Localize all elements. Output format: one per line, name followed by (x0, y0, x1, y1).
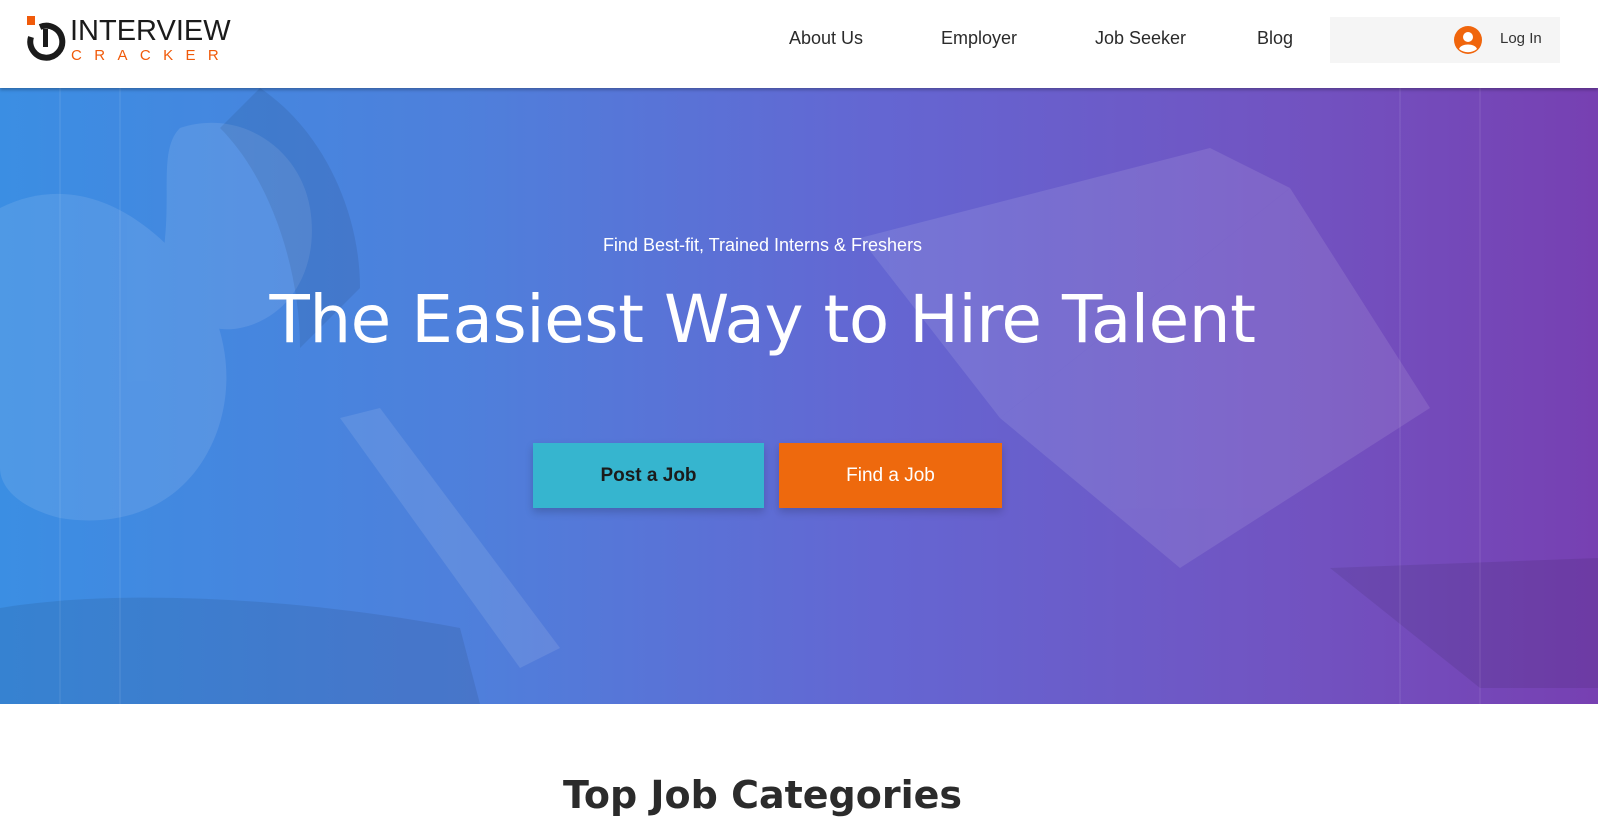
hero-banner: Find Best-fit, Trained Interns & Fresher… (0, 88, 1598, 704)
login-label[interactable]: Log In (1500, 30, 1542, 48)
nav-item-blog[interactable]: Blog (1257, 27, 1293, 49)
user-avatar-icon (1454, 26, 1482, 54)
site-header: INTERVIEW CRACKER About Us Employer Job … (0, 0, 1598, 88)
interview-cracker-logo-icon (27, 16, 66, 61)
brand-name: INTERVIEW (70, 15, 231, 47)
find-a-job-button[interactable]: Find a Job (779, 443, 1002, 508)
hero-background-image (0, 88, 1598, 704)
nav-item-employer[interactable]: Employer (941, 27, 1017, 49)
hero-title: The Easiest Way to Hire Talent (269, 281, 1256, 358)
nav-item-job-seeker[interactable]: Job Seeker (1095, 27, 1186, 49)
brand-logo[interactable]: INTERVIEW CRACKER (26, 15, 231, 65)
section-title-top-job-categories: Top Job Categories (562, 773, 963, 817)
nav-item-about-us[interactable]: About Us (789, 27, 863, 49)
post-a-job-button[interactable]: Post a Job (533, 443, 764, 508)
hero-kicker: Find Best-fit, Trained Interns & Fresher… (602, 235, 923, 255)
login-button[interactable]: Log In (1330, 17, 1560, 63)
brand-tagline: CRACKER (71, 47, 232, 64)
